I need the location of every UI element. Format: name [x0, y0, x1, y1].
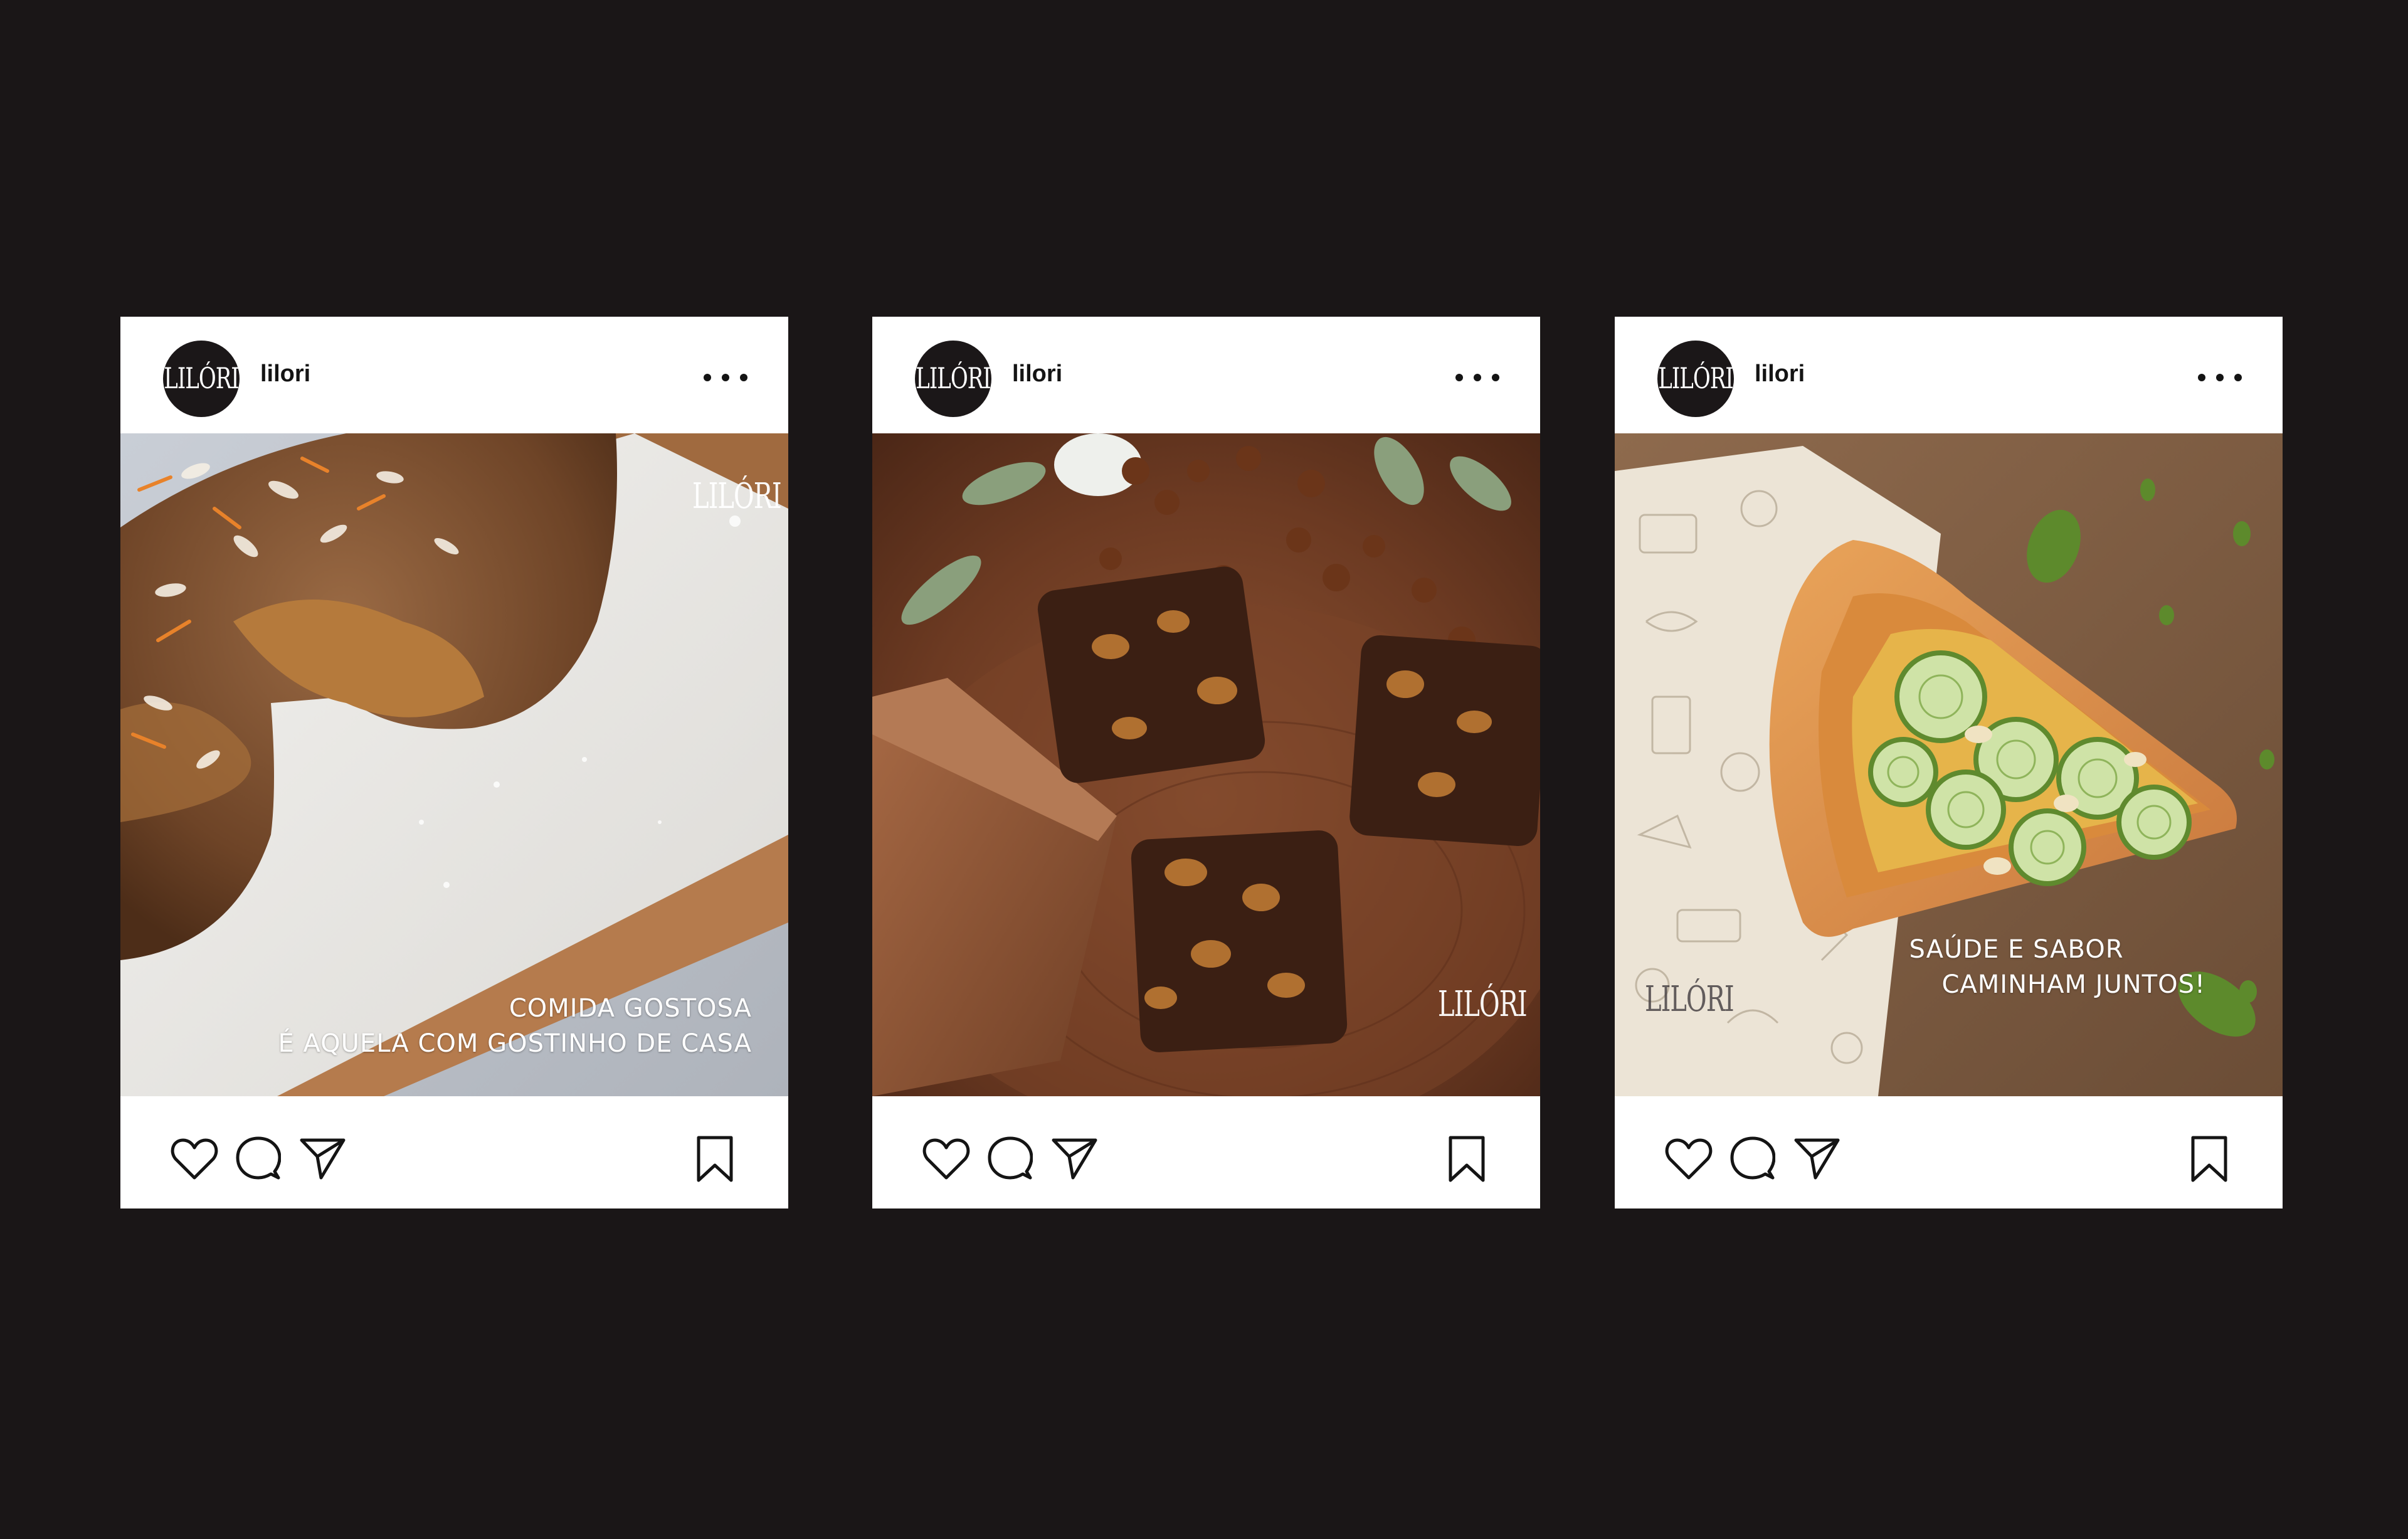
avatar[interactable]: LILÓRI — [163, 341, 240, 417]
more-options-icon[interactable] — [1455, 369, 1499, 386]
post-caption-overlay: SAÚDE E SABOR CAMINHAM JUNTOS! — [1909, 932, 2205, 1002]
post-image[interactable]: LILÓRI SAÚDE E SABOR CAMINHAM JUNTOS! — [1615, 433, 2283, 1096]
avatar[interactable]: LILÓRI — [1657, 341, 1734, 417]
more-options-icon[interactable] — [704, 369, 747, 386]
heart-icon[interactable] — [921, 1134, 971, 1184]
mockup-stage: LILÓRI lilori LILÓRI COMIDA GOSTOSA É AQ… — [0, 0, 2408, 1539]
post-actions — [872, 1096, 1540, 1208]
more-dot — [1474, 374, 1481, 381]
instagram-post-2: LILÓRI lilori LILÓRI — [872, 317, 1540, 1208]
send-icon[interactable] — [1050, 1134, 1100, 1184]
post-image[interactable]: LILÓRI COMIDA GOSTOSA É AQUELA COM GOSTI… — [120, 433, 788, 1096]
more-dot — [1492, 374, 1499, 381]
more-dot — [740, 374, 747, 381]
avatar-logo-text: LILÓRI — [916, 362, 991, 396]
username[interactable]: lilori — [1755, 361, 1805, 388]
more-options-icon[interactable] — [2198, 369, 2242, 386]
more-dot — [2198, 374, 2205, 381]
post-header: LILÓRI lilori — [120, 317, 788, 433]
caption-line: COMIDA GOSTOSA — [509, 994, 752, 1023]
caption-line: CAMINHAM JUNTOS! — [1941, 970, 2205, 999]
send-icon[interactable] — [298, 1134, 348, 1184]
lilori-watermark: LILÓRI — [1645, 979, 1735, 1020]
post-header: LILÓRI lilori — [1615, 317, 2283, 433]
send-icon[interactable] — [1792, 1134, 1842, 1184]
comment-icon[interactable] — [233, 1134, 283, 1184]
heart-icon[interactable] — [169, 1134, 219, 1184]
bookmark-icon[interactable] — [690, 1134, 740, 1184]
post-actions — [1615, 1096, 2283, 1208]
post-image[interactable]: LILÓRI — [872, 433, 1540, 1096]
post-caption-overlay: COMIDA GOSTOSA É AQUELA COM GOSTINHO DE … — [278, 991, 752, 1061]
username[interactable]: lilori — [260, 361, 310, 388]
instagram-post-1: LILÓRI lilori LILÓRI COMIDA GOSTOSA É AQ… — [120, 317, 788, 1208]
post-actions — [120, 1096, 788, 1208]
caption-line: É AQUELA COM GOSTINHO DE CASA — [278, 1029, 752, 1058]
bookmark-icon[interactable] — [2184, 1134, 2234, 1184]
more-dot — [1455, 374, 1463, 381]
comment-icon[interactable] — [1728, 1134, 1778, 1184]
caption-line: SAÚDE E SABOR — [1909, 935, 2124, 964]
avatar[interactable]: LILÓRI — [915, 341, 991, 417]
more-dot — [2234, 374, 2242, 381]
instagram-post-3: LILÓRI lilori LILÓRI SAÚDE E SABOR CAMIN… — [1615, 317, 2283, 1208]
comment-icon[interactable] — [985, 1134, 1035, 1184]
more-dot — [722, 374, 729, 381]
more-dot — [2216, 374, 2224, 381]
avatar-logo-text: LILÓRI — [1658, 362, 1733, 396]
heart-icon[interactable] — [1664, 1134, 1714, 1184]
lilori-watermark: LILÓRI — [1438, 984, 1528, 1025]
post-header: LILÓRI lilori — [872, 317, 1540, 433]
username[interactable]: lilori — [1012, 361, 1062, 388]
more-dot — [704, 374, 711, 381]
lilori-watermark: LILÓRI — [692, 476, 782, 517]
bookmark-icon[interactable] — [1442, 1134, 1492, 1184]
avatar-logo-text: LILÓRI — [164, 362, 239, 396]
